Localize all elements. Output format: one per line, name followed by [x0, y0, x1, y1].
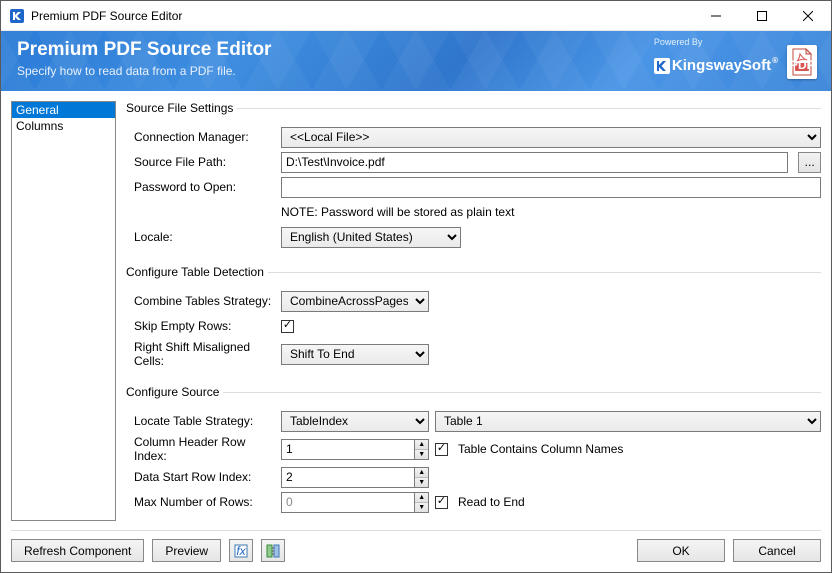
source-file-settings-group: Source File Settings Connection Manager:…	[126, 101, 821, 253]
configure-source-group: Configure Source Locate Table Strategy: …	[126, 385, 821, 518]
mapping-button[interactable]	[261, 539, 285, 562]
spin-up-icon[interactable]: ▲	[415, 440, 428, 450]
powered-by-label: Powered By	[654, 37, 777, 47]
pdf-icon: PDF	[787, 45, 817, 79]
source-file-settings-legend: Source File Settings	[126, 101, 237, 115]
table-select[interactable]: Table 1	[435, 411, 821, 432]
spin-down-icon[interactable]: ▼	[415, 450, 428, 459]
right-shift-label: Right Shift Misaligned Cells:	[126, 340, 281, 368]
app-icon	[9, 8, 25, 24]
spin-down-icon[interactable]: ▼	[415, 478, 428, 487]
ok-button[interactable]: OK	[637, 539, 725, 562]
password-note: NOTE: Password will be stored as plain t…	[281, 205, 821, 219]
header-row-index-label: Column Header Row Index:	[126, 435, 281, 463]
source-file-path-label: Source File Path:	[126, 155, 281, 169]
brand-area: Powered By KingswaySoft ®	[654, 47, 777, 74]
connection-manager-label: Connection Manager:	[126, 130, 281, 144]
header-row-index-input[interactable]	[281, 439, 414, 460]
trademark-icon: ®	[772, 56, 778, 65]
data-start-row-label: Data Start Row Index:	[126, 470, 281, 484]
minimize-button[interactable]	[693, 1, 739, 31]
cancel-button[interactable]: Cancel	[733, 539, 821, 562]
locate-strategy-label: Locate Table Strategy:	[126, 414, 281, 428]
expression-button[interactable]: fx	[229, 539, 253, 562]
brand-name: KingswaySoft	[672, 57, 771, 74]
right-shift-select[interactable]: Shift To End	[281, 344, 429, 365]
max-rows-input	[281, 492, 414, 513]
refresh-component-button[interactable]: Refresh Component	[11, 539, 144, 562]
skip-empty-rows-checkbox[interactable]	[281, 320, 294, 333]
sidebar-item-general[interactable]: General	[12, 102, 115, 118]
locate-strategy-select[interactable]: TableIndex	[281, 411, 429, 432]
close-button[interactable]	[785, 1, 831, 31]
password-input[interactable]	[281, 177, 821, 198]
form-panel: Source File Settings Connection Manager:…	[126, 101, 821, 521]
data-start-row-spinner[interactable]: ▲▼	[281, 467, 429, 488]
brand-logo: KingswaySoft ®	[654, 57, 777, 74]
svg-text:PDF: PDF	[790, 58, 814, 72]
skip-empty-rows-label: Skip Empty Rows:	[126, 319, 281, 333]
locale-label: Locale:	[126, 230, 281, 244]
table-detection-group: Configure Table Detection Combine Tables…	[126, 265, 821, 373]
data-start-row-input[interactable]	[281, 467, 414, 488]
titlebar: Premium PDF Source Editor	[1, 1, 831, 31]
contains-column-names-checkbox[interactable]	[435, 443, 448, 456]
sidebar-item-columns[interactable]: Columns	[12, 118, 115, 134]
banner: Premium PDF Source Editor Specify how to…	[1, 31, 831, 91]
window-title: Premium PDF Source Editor	[31, 9, 182, 23]
footer: Refresh Component Preview fx OK Cancel	[11, 530, 821, 562]
configure-source-legend: Configure Source	[126, 385, 223, 399]
combine-strategy-label: Combine Tables Strategy:	[126, 294, 281, 308]
max-rows-label: Max Number of Rows:	[126, 495, 281, 509]
source-file-path-input[interactable]	[281, 152, 788, 173]
spin-up-icon[interactable]: ▲	[415, 493, 428, 503]
spin-up-icon[interactable]: ▲	[415, 468, 428, 478]
spin-down-icon[interactable]: ▼	[415, 503, 428, 512]
max-rows-spinner[interactable]: ▲▼	[281, 492, 429, 513]
preview-button[interactable]: Preview	[152, 539, 221, 562]
sidebar: General Columns	[11, 101, 116, 521]
password-label: Password to Open:	[126, 180, 281, 194]
header-row-index-spinner[interactable]: ▲▼	[281, 439, 429, 460]
connection-manager-select[interactable]: <<Local File>>	[281, 127, 821, 148]
table-detection-legend: Configure Table Detection	[126, 265, 268, 279]
read-to-end-label: Read to End	[458, 495, 525, 509]
browse-button[interactable]: ...	[798, 152, 821, 173]
svg-text:fx: fx	[236, 544, 246, 558]
read-to-end-checkbox[interactable]	[435, 496, 448, 509]
combine-strategy-select[interactable]: CombineAcrossPages	[281, 291, 429, 312]
contains-column-names-label: Table Contains Column Names	[458, 442, 623, 456]
locale-select[interactable]: English (United States)	[281, 227, 461, 248]
maximize-button[interactable]	[739, 1, 785, 31]
